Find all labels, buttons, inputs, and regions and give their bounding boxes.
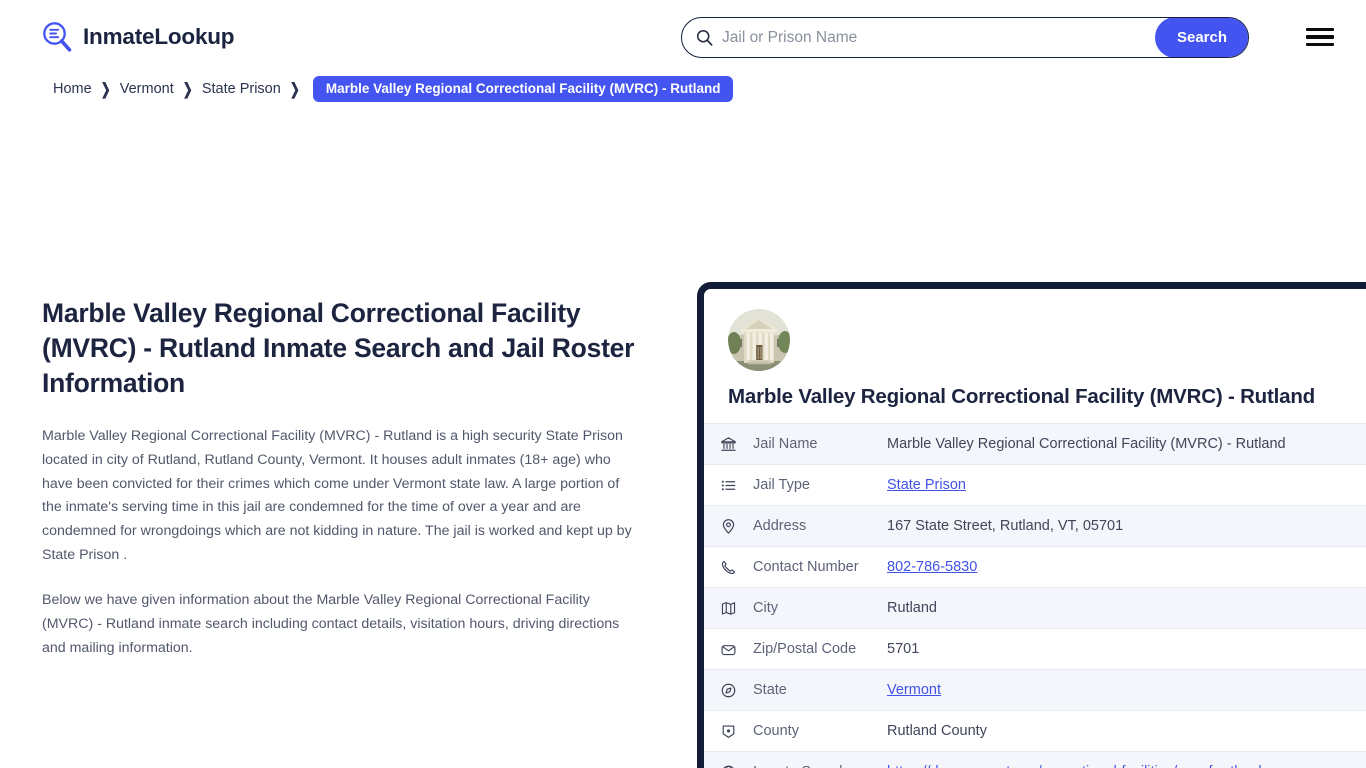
jail-type-link[interactable]: State Prison xyxy=(887,477,966,493)
row-label: Jail Type xyxy=(753,477,810,493)
menu-bar-1 xyxy=(1306,28,1334,32)
row-value: 5701 xyxy=(887,641,920,657)
table-row: Address 167 State Street, Rutland, VT, 0… xyxy=(704,505,1366,546)
intro-paragraph: Marble Valley Regional Correctional Faci… xyxy=(42,427,632,564)
table-row: Jail Name Marble Valley Regional Correct… xyxy=(704,423,1366,464)
row-content: County Rutland County xyxy=(753,723,1366,739)
brand-logo-link[interactable]: InmateLookup xyxy=(40,20,235,54)
row-content: Inmate Search https://doc.vermont.gov/co… xyxy=(753,764,1366,768)
row-label: Inmate Search xyxy=(753,764,887,768)
search-button[interactable]: Search xyxy=(1155,18,1248,57)
chevron-right-icon: ❯ xyxy=(289,79,300,99)
envelope-icon xyxy=(720,640,742,658)
contact-number-link[interactable]: 802-786-5830 xyxy=(887,559,977,575)
search-input[interactable] xyxy=(722,28,1149,47)
location-pin-icon xyxy=(720,517,742,535)
page-title: Marble Valley Regional Correctional Faci… xyxy=(42,298,635,398)
table-row: Contact Number 802-786-5830 xyxy=(704,546,1366,587)
breadcrumb-item-state-prison[interactable]: State Prison xyxy=(202,81,281,97)
row-value: 802-786-5830 xyxy=(887,559,1366,575)
row-content: State Vermont xyxy=(753,682,1366,698)
map-icon xyxy=(720,599,742,617)
row-value: 167 State Street, Rutland, VT, 05701 xyxy=(887,518,1124,534)
hamburger-menu-icon[interactable] xyxy=(1306,24,1334,50)
table-row: County Rutland County xyxy=(704,710,1366,751)
brand-name: InmateLookup xyxy=(83,24,235,49)
table-row: Inmate Search https://doc.vermont.gov/co… xyxy=(704,751,1366,768)
menu-bar-3 xyxy=(1306,42,1334,46)
page-body: Marble Valley Regional Correctional Faci… xyxy=(0,104,1366,768)
table-row: State Vermont xyxy=(704,669,1366,710)
globe-compass-icon xyxy=(720,681,742,699)
row-value: https://doc.vermont.gov/correctional-fac… xyxy=(887,764,1366,768)
row-label: County xyxy=(753,723,799,739)
state-link[interactable]: Vermont xyxy=(887,682,941,698)
courthouse-building-photo xyxy=(728,309,790,371)
county-marker-icon xyxy=(720,722,742,740)
row-value: Rutland County xyxy=(887,723,987,739)
search-icon xyxy=(696,29,713,46)
globe-icon xyxy=(720,763,742,768)
row-content: Address 167 State Street, Rutland, VT, 0… xyxy=(753,518,1366,534)
row-label: State xyxy=(753,682,787,698)
phone-icon xyxy=(720,558,742,576)
breadcrumb-item-current: Marble Valley Regional Correctional Faci… xyxy=(312,76,734,102)
breadcrumb-item-vermont[interactable]: Vermont xyxy=(120,81,174,97)
facility-card-header: Marble Valley Regional Correctional Faci… xyxy=(704,289,1366,423)
magnifier-list-icon xyxy=(40,20,74,54)
row-label: City xyxy=(753,600,778,616)
row-content: Jail Type State Prison xyxy=(753,477,1366,493)
chevron-right-icon: ❯ xyxy=(182,79,193,99)
facility-info-card: Marble Valley Regional Correctional Faci… xyxy=(697,282,1366,768)
row-content: City Rutland xyxy=(753,600,1366,616)
secondary-paragraph: Below we have given information about th… xyxy=(42,592,620,656)
row-value: State Prison xyxy=(887,477,1366,493)
row-value: Vermont xyxy=(887,682,1366,698)
table-row: Zip/Postal Code 5701 xyxy=(704,628,1366,669)
table-row: Jail Type State Prison xyxy=(704,464,1366,505)
search-field xyxy=(682,18,1155,57)
facility-card-title: Marble Valley Regional Correctional Faci… xyxy=(728,385,1315,408)
row-content: Contact Number 802-786-5830 xyxy=(753,559,1366,575)
list-icon xyxy=(720,476,742,494)
table-row: City Rutland xyxy=(704,587,1366,628)
search-bar: Search xyxy=(681,17,1249,58)
chevron-right-icon: ❯ xyxy=(100,79,111,99)
breadcrumb-item-home[interactable]: Home xyxy=(53,81,92,97)
article-column: Marble Valley Regional Correctional Faci… xyxy=(42,296,642,661)
row-label: Jail Name xyxy=(753,436,818,452)
row-label: Contact Number xyxy=(753,559,859,575)
row-label: Zip/Postal Code xyxy=(753,641,857,657)
inmate-search-link[interactable]: https://doc.vermont.gov/correctional-fac… xyxy=(887,764,1262,768)
row-content: Jail Name Marble Valley Regional Correct… xyxy=(753,436,1366,452)
site-header: InmateLookup Search xyxy=(0,0,1366,74)
row-value: Rutland xyxy=(887,600,937,616)
row-value: Marble Valley Regional Correctional Faci… xyxy=(887,436,1286,452)
row-content: Zip/Postal Code 5701 xyxy=(753,641,1366,657)
menu-bar-2 xyxy=(1306,35,1334,39)
bank-institution-icon xyxy=(720,435,742,453)
row-label: Address xyxy=(753,518,807,534)
breadcrumb: Home ❯ Vermont ❯ State Prison ❯ Marble V… xyxy=(0,74,1366,104)
